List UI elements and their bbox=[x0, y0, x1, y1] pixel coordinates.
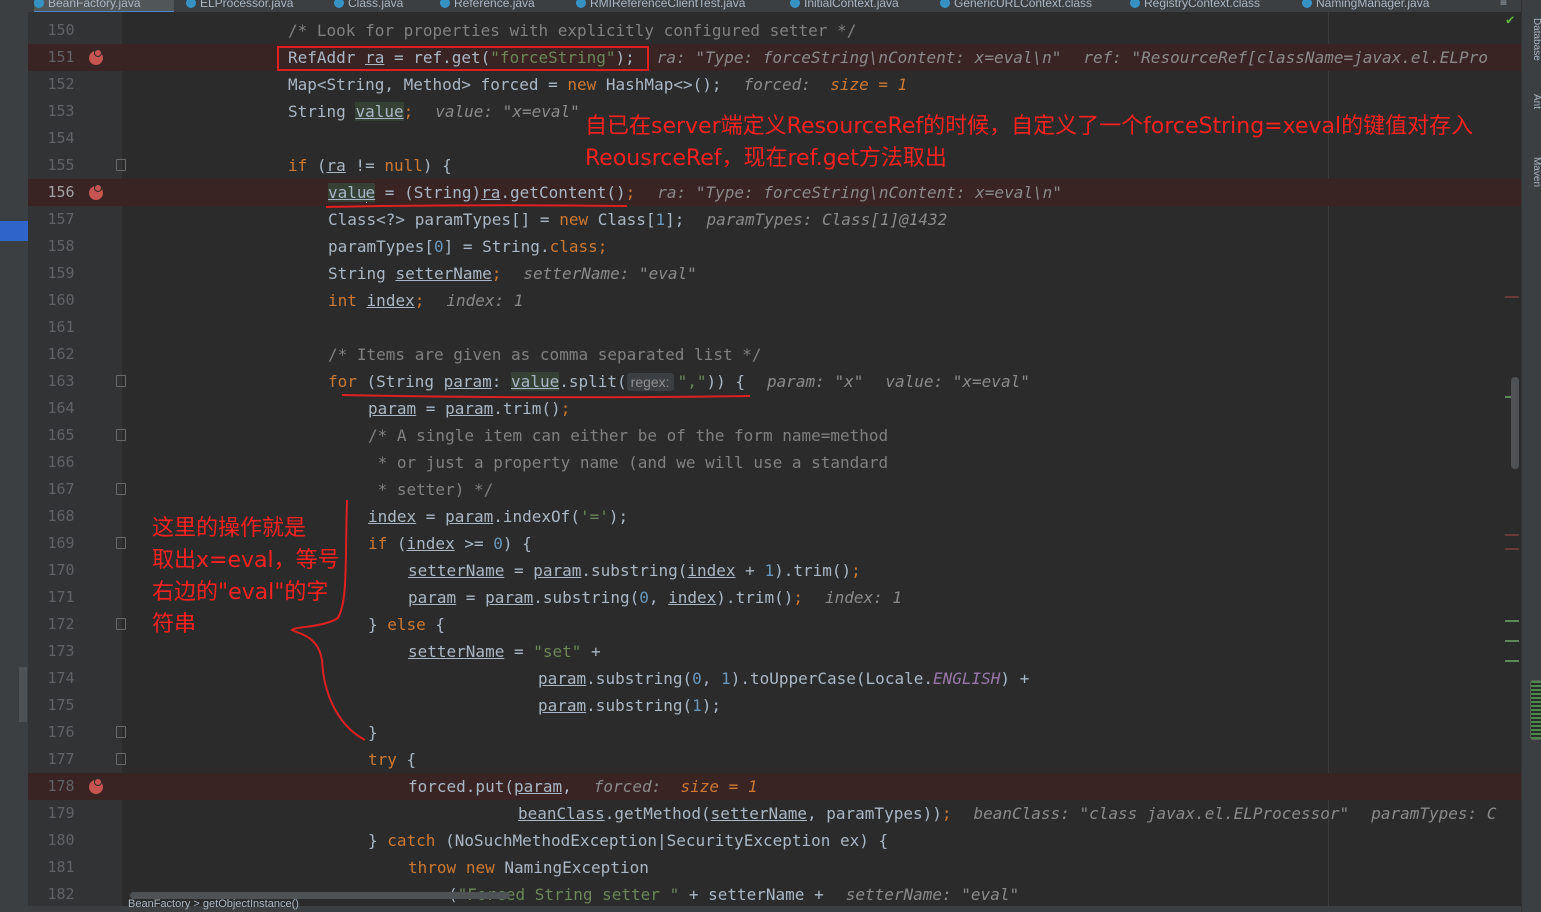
inspection-ok-icon[interactable]: ✔ bbox=[1506, 12, 1514, 28]
right-tool-strip: Database Ant Maven bbox=[1521, 0, 1541, 912]
error-stripe-mark[interactable] bbox=[1505, 620, 1519, 622]
vertical-scrollbar[interactable] bbox=[1511, 377, 1519, 469]
maven-tool-tab[interactable]: Maven bbox=[1522, 152, 1541, 192]
error-stripe-mark[interactable] bbox=[1505, 660, 1519, 662]
annotation-left: 这里的操作就是 取出x=eval，等号 右边的"eval"的字 符串 bbox=[152, 516, 340, 637]
error-stripe-mark[interactable] bbox=[1505, 534, 1519, 536]
annotation-top: 自已在server端定义ResourceRef的时候，自定义了一个forceSt… bbox=[585, 114, 1474, 171]
ant-tool-tab[interactable]: Ant bbox=[1522, 88, 1541, 116]
breadcrumb[interactable]: BeanFactory > getObjectInstance() bbox=[128, 898, 299, 910]
error-stripe-mark[interactable] bbox=[1505, 548, 1519, 550]
error-stripe-mark[interactable] bbox=[1505, 296, 1519, 298]
breadcrumb-bar: BeanFactory > getObjectInstance() bbox=[28, 898, 1521, 912]
underline-mark-163 bbox=[341, 394, 751, 399]
database-tool-tab[interactable]: Database bbox=[1522, 14, 1541, 64]
memory-indicator bbox=[1530, 680, 1541, 740]
underline-mark-156 bbox=[325, 204, 628, 208]
error-stripe-mark[interactable] bbox=[1505, 640, 1519, 642]
